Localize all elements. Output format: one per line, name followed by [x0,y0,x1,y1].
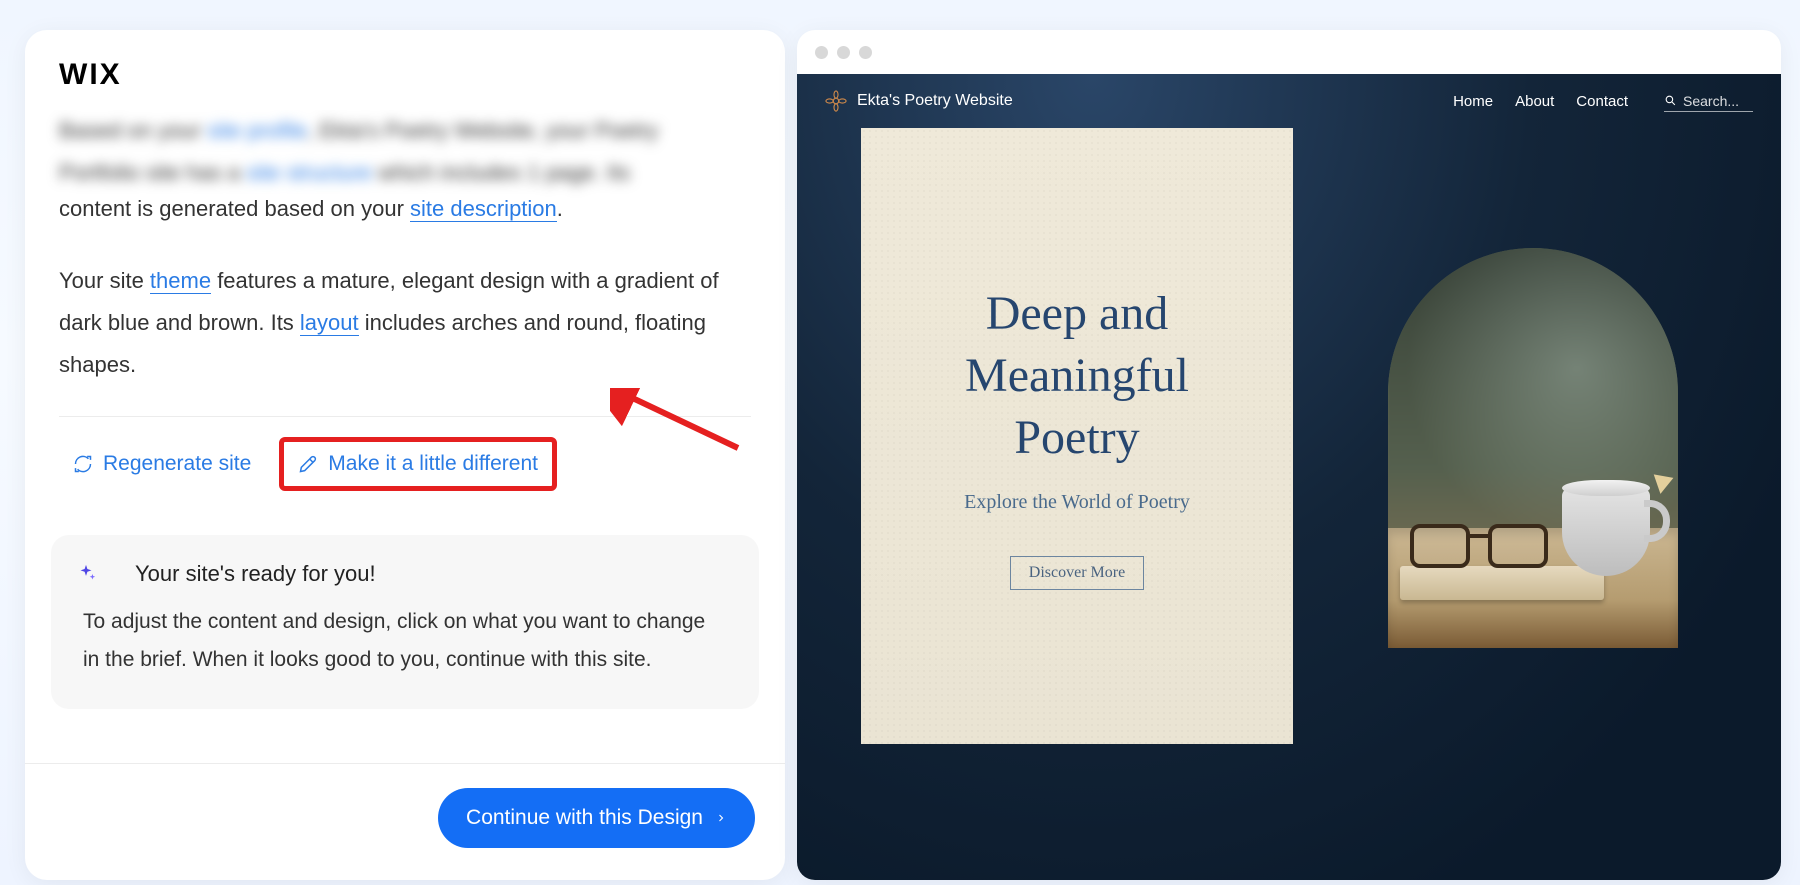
refresh-icon [73,454,93,474]
hero-arch-image [1388,248,1678,648]
preview-browser: Ekta's Poetry Website Home About Contact… [797,30,1781,880]
glasses-graphic [1410,524,1560,572]
blurred-brief-text: Based on your site profile, Ekta's Poetr… [25,110,785,194]
hero-title: Deep and Meaningful Poetry [965,283,1189,469]
traffic-light-dot [837,46,850,59]
site-description-link[interactable]: site description [410,196,557,222]
regenerate-site-button[interactable]: Regenerate site [59,442,265,486]
brief-paragraph-1: content is generated based on your site … [25,188,785,230]
panel-footer: Continue with this Design [25,763,785,880]
nav-home[interactable]: Home [1453,93,1493,110]
sparkle-icon [75,563,97,590]
hero-subtitle: Explore the World of Poetry [964,491,1190,514]
nav-contact[interactable]: Contact [1576,93,1628,110]
search-input[interactable] [1683,93,1753,109]
ready-card: Your site's ready for you! To adjust the… [51,535,759,709]
wix-logo: WIX [59,58,751,92]
ready-body: To adjust the content and design, click … [83,603,727,679]
brief-panel: WIX Based on your site profile, Ekta's P… [25,30,785,880]
continue-label: Continue with this Design [466,806,703,830]
make-different-label: Make it a little different [328,452,538,476]
browser-chrome [797,30,1781,74]
brush-icon [298,454,318,474]
brand-flower-icon [825,90,847,112]
site-topbar: Ekta's Poetry Website Home About Contact [797,74,1781,128]
brand-text: Ekta's Poetry Website [857,92,1013,110]
traffic-light-dot [815,46,828,59]
continue-design-button[interactable]: Continue with this Design [438,788,755,848]
discover-more-button[interactable]: Discover More [1010,556,1144,590]
layout-link[interactable]: layout [300,310,359,336]
search-icon [1664,94,1677,107]
brief-paragraph-2: Your site theme features a mature, elega… [25,260,785,386]
theme-link[interactable]: theme [150,268,211,294]
chevron-right-icon [715,812,727,824]
make-different-button[interactable]: Make it a little different [279,437,557,491]
site-search[interactable] [1664,91,1753,112]
nav-about[interactable]: About [1515,93,1554,110]
regenerate-label: Regenerate site [103,452,251,476]
site-nav: Home About Contact [1453,91,1753,112]
site-brand[interactable]: Ekta's Poetry Website [825,90,1013,112]
hero-poster: Deep and Meaningful Poetry Explore the W… [861,128,1293,744]
panel-header: WIX [25,30,785,110]
ready-title: Your site's ready for you! [135,561,727,587]
site-preview: Ekta's Poetry Website Home About Contact… [797,74,1781,880]
mug-graphic [1562,476,1670,576]
traffic-light-dot [859,46,872,59]
